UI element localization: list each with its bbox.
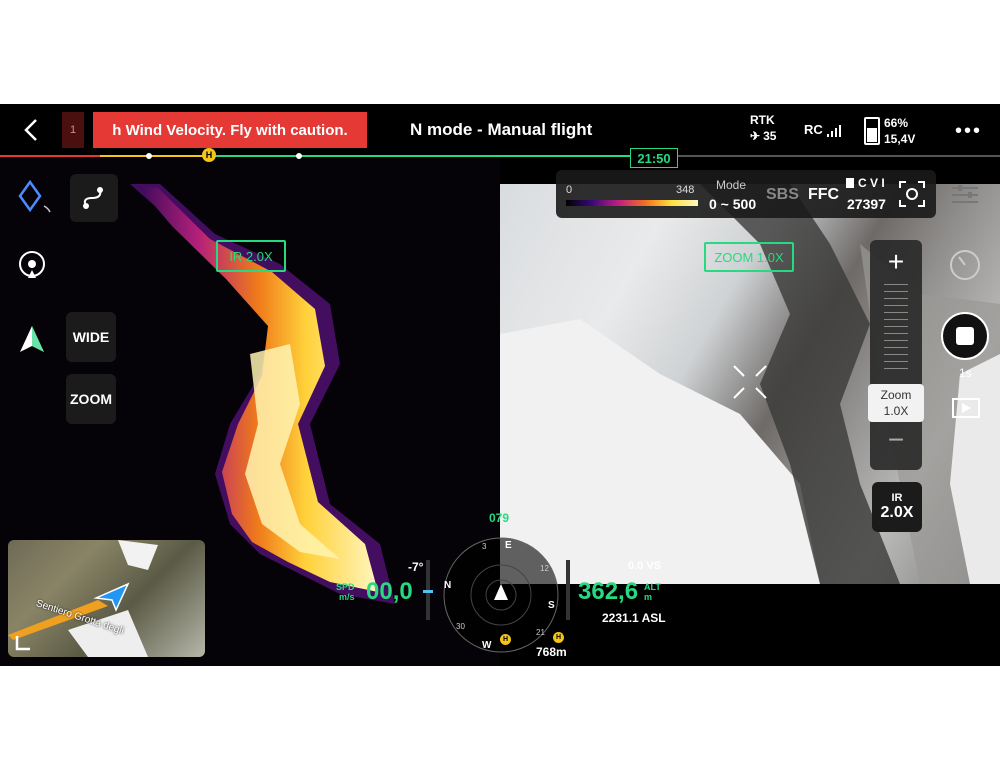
compass-south: S xyxy=(548,600,555,611)
speed-label: SPD m/s xyxy=(336,582,355,602)
return-home-icon[interactable] xyxy=(16,248,48,287)
rc-status[interactable]: RC xyxy=(804,122,841,137)
ir-zoom-title: IR xyxy=(891,492,903,504)
compass-tick-30: 30 xyxy=(456,622,465,631)
menu-more-icon[interactable]: ••• xyxy=(955,120,982,143)
zoom-out-button[interactable]: − xyxy=(888,420,904,460)
vertical-speed: 0.0 VS xyxy=(628,560,662,572)
compass-tick-12: 12 xyxy=(540,564,549,573)
back-icon[interactable] xyxy=(20,116,44,144)
crosshair-icon xyxy=(733,365,767,399)
pitch-value: -7° xyxy=(408,560,424,574)
compass-tick-3: 3 xyxy=(482,542,487,551)
compass: E S W N 3 12 21 30 H xyxy=(442,536,560,654)
sd-card-icon xyxy=(846,178,854,188)
signal-bars-icon xyxy=(826,125,841,137)
zoom-view-label: ZOOM 1.0X xyxy=(704,242,794,272)
compass-east: E xyxy=(505,540,512,551)
distance-value: 768m xyxy=(536,645,567,659)
warning-banner[interactable]: h Wind Velocity. Fly with caution. xyxy=(93,112,367,148)
satellite-icon: ✈ xyxy=(750,129,761,143)
pitch-scale xyxy=(423,560,433,620)
zoom-level-indicator[interactable]: Zoom 1.0X xyxy=(868,384,924,422)
zoom-control-panel: + − xyxy=(870,240,922,470)
thermal-palette-bar[interactable] xyxy=(566,200,698,206)
wide-button[interactable]: WIDE xyxy=(66,312,116,362)
drone-flight-app: IR 2.0X ZOOM 1.0X 1 h Wind Velocity. Fly… xyxy=(0,104,1000,666)
compass-west: W xyxy=(482,640,492,651)
altitude-scale xyxy=(566,560,570,620)
flight-time: 21:50 xyxy=(630,148,678,168)
top-status-bar: 1 h Wind Velocity. Fly with caution. N m… xyxy=(0,104,1000,156)
home-marker-outer: H xyxy=(553,632,564,643)
record-interval: 1s xyxy=(959,366,972,380)
cvi-value: 27397 xyxy=(847,196,886,212)
flight-mode: N mode - Manual flight xyxy=(410,120,593,139)
record-button[interactable] xyxy=(941,312,989,360)
ir-zoom-button[interactable]: IR 2.0X xyxy=(872,482,922,532)
altitude-value: 362,6 xyxy=(578,578,639,605)
rtk-sats: ✈ 35 xyxy=(750,129,777,143)
aircraft-direction-icon xyxy=(18,326,50,361)
route-icon xyxy=(83,187,103,209)
map-expand-icon[interactable] xyxy=(14,634,32,652)
aircraft-location-icon xyxy=(93,582,130,612)
ffc-button[interactable]: FFC xyxy=(808,186,839,204)
home-point-marker: H xyxy=(202,148,216,162)
flight-timeline xyxy=(0,153,1000,159)
asl-value: 2231.1 ASL xyxy=(602,611,666,625)
camera-link-icon[interactable] xyxy=(898,180,926,208)
compass-home-marker: H xyxy=(500,634,511,645)
stop-icon xyxy=(956,327,974,345)
thermal-max: 348 xyxy=(676,184,695,196)
timer-icon[interactable] xyxy=(948,248,982,287)
battery-percent: 66% xyxy=(884,116,909,130)
battery-voltage: 15,4V xyxy=(884,132,916,146)
route-button[interactable] xyxy=(70,174,118,222)
zoom-camera-view[interactable]: ZOOM 1.0X xyxy=(500,184,1000,584)
sbs-button[interactable]: SBS xyxy=(766,186,799,204)
ir-view-label: IR 2.0X xyxy=(216,240,286,272)
warning-index[interactable]: 1 xyxy=(62,112,84,148)
battery-icon xyxy=(864,117,880,145)
compass-north: N xyxy=(444,580,452,591)
thermal-settings-bar: 0 348 Mode 0 ~ 500 SBS FFC C V I 27397 xyxy=(556,170,936,218)
minimap[interactable]: Sentiero Grotta degli xyxy=(8,540,205,657)
aircraft-gimbal-icon[interactable] xyxy=(18,179,54,221)
play-icon xyxy=(962,403,971,413)
zoom-level-title: Zoom xyxy=(880,388,912,402)
ir-zoom-value: 2.0X xyxy=(880,504,914,521)
mode-range[interactable]: 0 ~ 500 xyxy=(709,196,756,212)
rc-label: RC xyxy=(804,122,823,137)
zoom-slider-track[interactable] xyxy=(884,284,908,374)
zoom-level-value: 1.0X xyxy=(883,404,909,418)
mode-label: Mode xyxy=(716,178,747,192)
speed-value: 00,0 xyxy=(366,578,413,605)
zoom-in-button[interactable]: + xyxy=(888,240,904,284)
altitude-label: ALT m xyxy=(644,582,661,602)
zoom-mode-button[interactable]: ZOOM xyxy=(66,374,116,424)
cvi-label: C V I xyxy=(846,176,885,190)
rtk-label: RTK xyxy=(750,113,775,127)
playback-button[interactable] xyxy=(952,398,980,418)
rtk-status[interactable]: RTK ✈ 35 xyxy=(750,112,776,144)
heading-value: 079 xyxy=(489,511,510,525)
compass-tick-21: 21 xyxy=(536,628,545,637)
thermal-min: 0 xyxy=(566,184,573,196)
settings-sliders-icon[interactable] xyxy=(952,184,978,211)
battery-status[interactable]: 66% 15,4V xyxy=(884,115,915,147)
